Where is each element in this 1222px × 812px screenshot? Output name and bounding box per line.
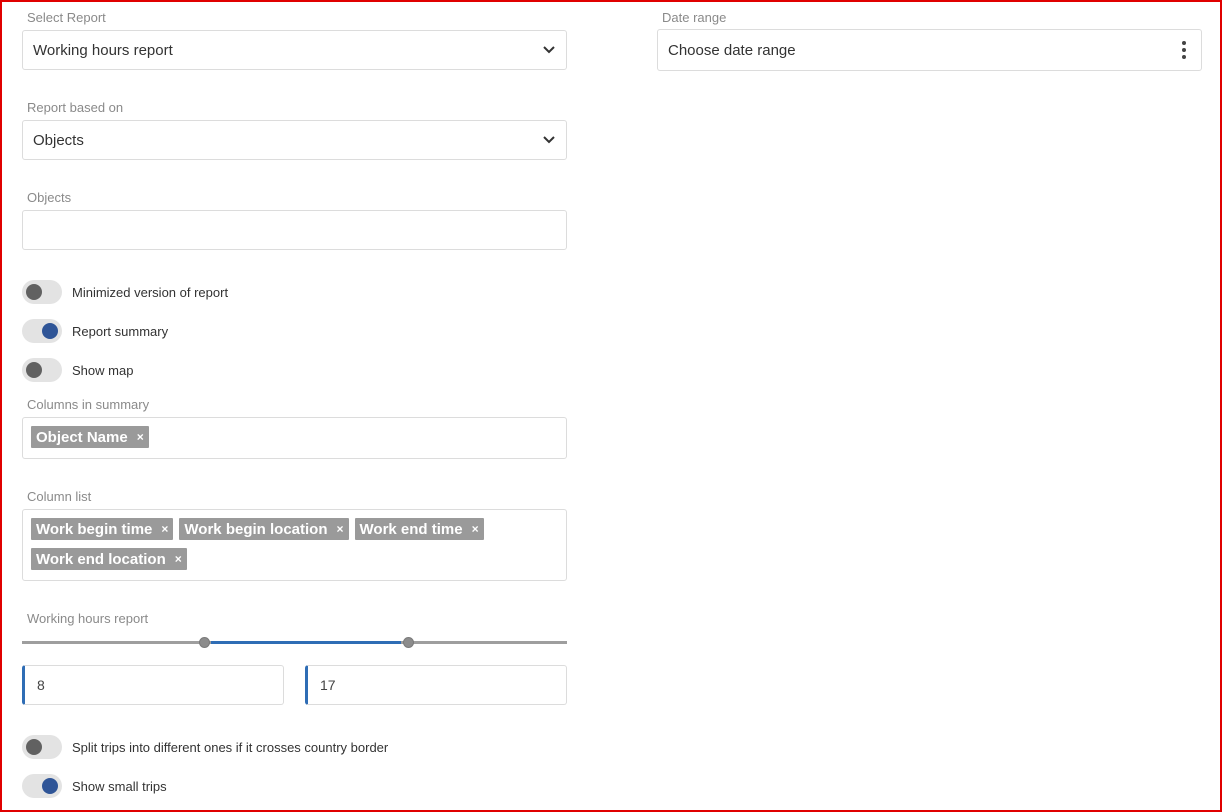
objects-input[interactable] <box>22 210 567 250</box>
date-range-picker[interactable]: Choose date range <box>657 29 1202 71</box>
minimized-report-label: Minimized version of report <box>72 284 229 300</box>
split-trips-toggle[interactable] <box>22 735 62 759</box>
remove-tag-icon[interactable]: × <box>161 522 168 536</box>
columns-in-summary-label: Columns in summary <box>27 397 150 412</box>
show-map-label: Show map <box>72 362 134 378</box>
tag-chip: Work end location × <box>31 548 187 570</box>
tag-label: Work end location <box>36 550 166 568</box>
tag-label: Object Name <box>36 428 128 446</box>
chevron-down-icon <box>542 43 556 57</box>
toggle-knob <box>26 362 42 378</box>
select-report-label: Select Report <box>27 10 106 25</box>
tag-chip: Work begin time × <box>31 518 174 540</box>
toggle-row-small-trips: Show small trips <box>22 774 167 798</box>
start-hour-value: 8 <box>37 677 45 693</box>
toggle-row-split-trips: Split trips into different ones if it cr… <box>22 735 388 759</box>
remove-tag-icon[interactable]: × <box>137 430 144 444</box>
report-based-on-value: Objects <box>33 131 84 149</box>
report-based-on-label: Report based on <box>27 100 124 115</box>
toggle-row-map: Show map <box>22 358 133 382</box>
objects-label: Objects <box>27 190 72 205</box>
working-hours-start-input[interactable]: 8 <box>22 665 284 705</box>
toggle-row-minimized: Minimized version of report <box>22 280 228 304</box>
date-range-label: Date range <box>662 10 727 25</box>
chevron-down-icon <box>542 133 556 147</box>
toggle-knob <box>42 323 58 339</box>
report-based-on-dropdown[interactable]: Objects <box>22 120 567 160</box>
toggle-knob <box>26 739 42 755</box>
show-map-toggle[interactable] <box>22 358 62 382</box>
slider-handle-start[interactable] <box>198 637 210 648</box>
end-hour-value: 17 <box>320 677 336 693</box>
toggle-knob <box>26 284 42 300</box>
report-summary-label: Report summary <box>72 323 169 339</box>
slider-handle-end[interactable] <box>403 637 415 648</box>
columns-in-summary-select[interactable]: Object Name × <box>22 417 567 459</box>
show-small-trips-label: Show small trips <box>72 778 167 794</box>
working-hours-end-input[interactable]: 17 <box>305 665 567 705</box>
tag-chip: Object Name × <box>31 426 149 448</box>
more-vertical-icon[interactable] <box>1177 39 1191 61</box>
split-trips-label: Split trips into different ones if it cr… <box>72 739 389 755</box>
tag-chip: Work end time × <box>354 518 484 540</box>
show-small-trips-toggle[interactable] <box>22 774 62 798</box>
select-report-value: Working hours report <box>33 41 173 59</box>
tag-label: Work begin time <box>36 520 153 538</box>
toggle-knob <box>42 778 58 794</box>
report-summary-toggle[interactable] <box>22 319 62 343</box>
select-report-dropdown[interactable]: Working hours report <box>22 30 567 70</box>
column-list-label: Column list <box>27 489 92 504</box>
remove-tag-icon[interactable]: × <box>337 522 344 536</box>
minimized-report-toggle[interactable] <box>22 280 62 304</box>
tag-label: Work begin location <box>184 520 328 538</box>
remove-tag-icon[interactable]: × <box>175 552 182 566</box>
tag-label: Work end time <box>359 520 463 538</box>
column-list-select[interactable]: Work begin time × Work begin location × Work… <box>22 509 567 581</box>
working-hours-label: Working hours report <box>27 611 149 626</box>
remove-tag-icon[interactable]: × <box>472 522 479 536</box>
slider-range <box>210 641 402 644</box>
toggle-row-summary: Report summary <box>22 319 168 343</box>
working-hours-slider[interactable] <box>22 636 567 650</box>
date-range-value: Choose date range <box>668 41 796 59</box>
tag-chip: Work begin location × <box>179 518 349 540</box>
